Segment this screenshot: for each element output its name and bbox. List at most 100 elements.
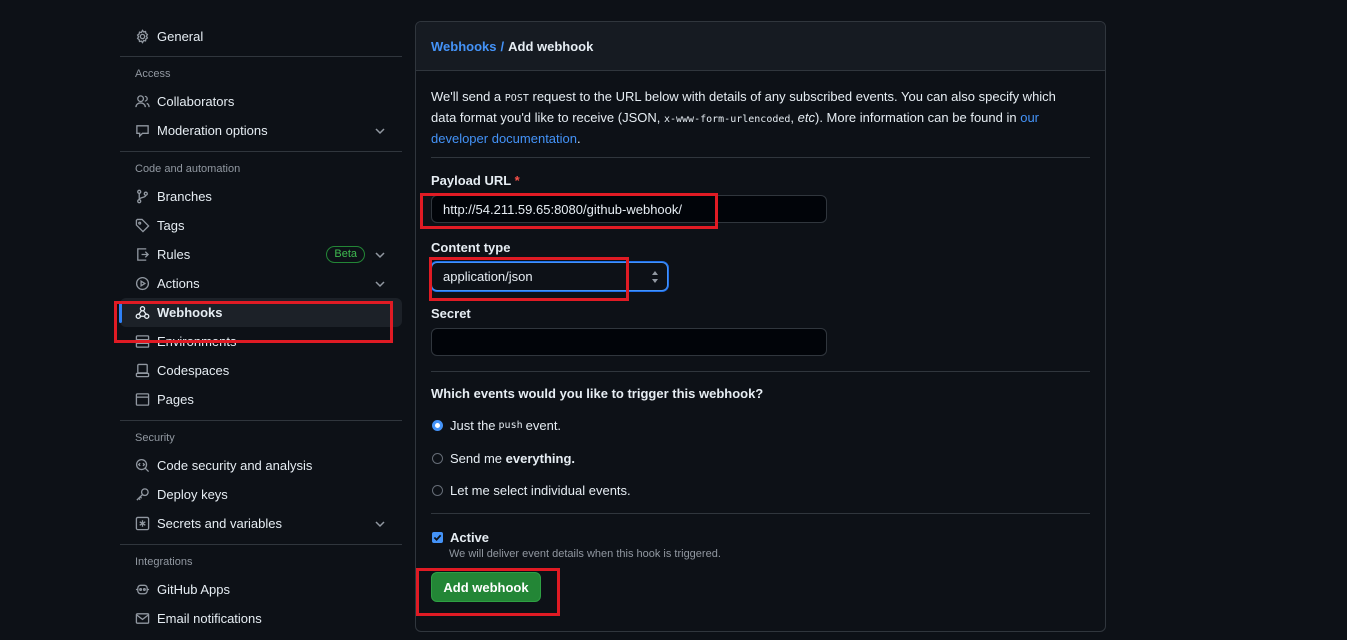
sidebar-item-label: Email notifications <box>157 611 262 626</box>
sidebar-group-heading: Access <box>135 68 171 80</box>
sidebar-item-label: Pages <box>157 392 194 407</box>
option-code: push <box>498 419 523 431</box>
event-everything-option[interactable]: Send me everything. <box>431 448 1090 468</box>
sidebar-item-branches[interactable]: Branches <box>120 182 402 211</box>
sidebar-item-collaborators[interactable]: Collaborators <box>120 87 402 116</box>
sidebar-item-label: Actions <box>157 276 200 291</box>
sidebar-item-rules[interactable]: Rules Beta <box>120 240 402 269</box>
active-checkbox-row[interactable]: Active <box>431 527 1090 547</box>
tag-icon <box>134 218 150 234</box>
sidebar-item-general[interactable]: General <box>120 22 402 51</box>
sidebar-item-codespaces[interactable]: Codespaces <box>120 356 402 385</box>
intro-fragment: ). More information can be found in <box>814 110 1021 125</box>
breadcrumb-separator: / <box>500 38 505 54</box>
sidebar-item-webhooks[interactable]: Webhooks <box>119 298 402 327</box>
server-icon <box>134 334 150 350</box>
gear-icon <box>134 29 150 45</box>
active-checkbox[interactable] <box>432 531 443 543</box>
sidebar-item-pages[interactable]: Pages <box>120 385 402 414</box>
beta-badge: Beta <box>326 246 365 263</box>
sidebar-item-environments[interactable]: Environments <box>120 327 402 356</box>
settings-sidebar: General Access Collaborators Moderation … <box>119 20 402 633</box>
divider <box>431 371 1090 372</box>
sidebar-item-label: Environments <box>157 334 237 349</box>
sidebar-item-label: Code security and analysis <box>157 458 313 473</box>
branch-icon <box>134 189 150 205</box>
active-help-text: We will deliver event details when this … <box>449 548 721 560</box>
required-mark: * <box>514 173 520 188</box>
active-label: Active <box>450 529 490 545</box>
mail-icon <box>134 611 150 627</box>
divider <box>431 513 1090 514</box>
intro-code: x-www-form-urlencoded <box>663 114 791 125</box>
sidebar-item-actions[interactable]: Actions <box>120 269 402 298</box>
sidebar-item-code-security[interactable]: Code security and analysis <box>120 451 402 480</box>
content-type-select[interactable]: application/json <box>431 262 668 291</box>
rules-icon <box>134 247 150 263</box>
add-webhook-panel: Webhooks / Add webhook We'll send a POST… <box>415 21 1106 632</box>
breadcrumb-webhooks-link[interactable]: Webhooks <box>431 39 497 54</box>
event-push-option[interactable]: Just the push event. <box>431 415 1090 435</box>
sidebar-item-label: Tags <box>157 218 185 233</box>
person-icon <box>134 94 150 110</box>
secret-label: Secret <box>431 306 471 321</box>
active-indicator <box>119 303 122 323</box>
asterisk-icon <box>134 516 150 532</box>
sidebar-item-moderation[interactable]: Moderation options <box>120 116 402 145</box>
secret-input[interactable] <box>431 328 827 356</box>
intro-code: POST <box>504 93 529 104</box>
radio-unselected[interactable] <box>432 484 443 496</box>
payload-url-label: Payload URL * <box>431 173 1090 188</box>
sidebar-item-label: Branches <box>157 189 212 204</box>
option-text: event. <box>525 417 562 433</box>
intro-text: We'll send a POST request to the URL bel… <box>431 87 1071 148</box>
content-type-label: Content type <box>431 240 511 255</box>
label-text: Payload URL <box>431 173 511 188</box>
divider <box>431 157 1090 158</box>
sidebar-item-label: Moderation options <box>157 123 268 138</box>
chevron-down-icon[interactable] <box>374 249 386 261</box>
chevron-down-icon[interactable] <box>374 278 386 290</box>
intro-etc: etc <box>797 110 815 125</box>
sidebar-item-deploy-keys[interactable]: Deploy keys <box>120 480 402 509</box>
sidebar-item-label: Rules <box>157 247 191 262</box>
event-select-option[interactable]: Let me select individual events. <box>431 480 1090 500</box>
sidebar-group-heading: Integrations <box>135 556 193 568</box>
sidebar-group-heading: Security <box>135 432 175 444</box>
intro-fragment: , <box>790 110 798 125</box>
add-webhook-button[interactable]: Add webhook <box>431 572 541 602</box>
page-title: Add webhook <box>508 38 594 54</box>
play-icon <box>134 276 150 292</box>
webhook-icon <box>134 305 150 321</box>
browser-icon <box>134 392 150 408</box>
apps-icon <box>134 582 150 598</box>
sidebar-item-label: Secrets and variables <box>157 516 283 531</box>
codescan-icon <box>134 458 150 474</box>
chevron-down-icon[interactable] <box>374 518 386 530</box>
option-text: Send me <box>450 450 503 466</box>
sidebar-item-tags[interactable]: Tags <box>120 211 402 240</box>
radio-selected[interactable] <box>432 419 443 431</box>
sidebar-item-label: Collaborators <box>157 94 235 109</box>
sidebar-item-label: Deploy keys <box>157 487 228 502</box>
sidebar-group-heading: Code and automation <box>135 163 241 175</box>
sidebar-item-secrets[interactable]: Secrets and variables <box>120 509 402 538</box>
select-arrows-icon <box>652 271 658 283</box>
radio-unselected[interactable] <box>432 452 443 464</box>
chevron-down-icon[interactable] <box>374 125 386 137</box>
intro-fragment: We'll send a <box>431 89 505 104</box>
option-bold-text: everything. <box>505 450 576 466</box>
sidebar-item-email-notifications[interactable]: Email notifications <box>120 604 402 633</box>
breadcrumb: Webhooks / Add webhook <box>416 22 1105 71</box>
codespaces-icon <box>134 363 150 379</box>
sidebar-item-label: Webhooks <box>157 305 223 320</box>
payload-url-input[interactable]: http://54.211.59.65:8080/github-webhook/ <box>431 195 827 223</box>
content-type-value: application/json <box>443 269 533 284</box>
comment-icon <box>134 123 150 139</box>
sidebar-item-github-apps[interactable]: GitHub Apps <box>120 575 402 604</box>
option-text: Let me select individual events. <box>450 482 631 498</box>
events-question: Which events would you like to trigger t… <box>431 386 764 401</box>
sidebar-item-label: GitHub Apps <box>157 582 230 597</box>
intro-fragment: . <box>577 131 581 146</box>
option-text: Just the <box>450 417 496 433</box>
